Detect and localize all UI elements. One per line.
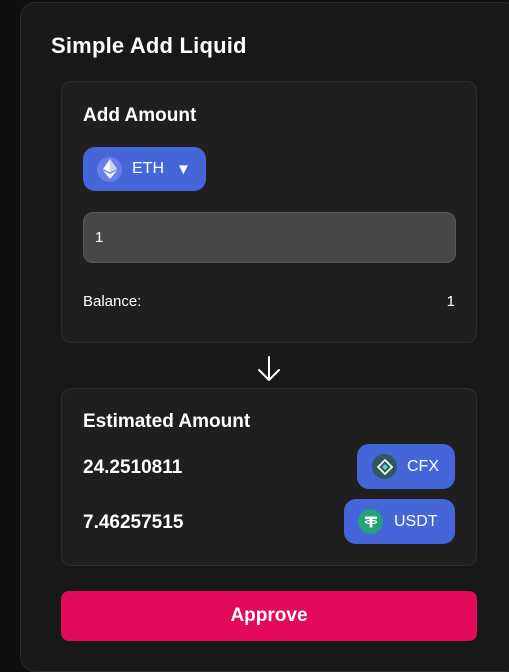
token-symbol: CFX bbox=[407, 457, 439, 475]
arrow-down-icon bbox=[258, 356, 280, 381]
token-select-button[interactable]: ETH ▼ bbox=[83, 147, 206, 191]
add-amount-card: Add Amount ETH ▼ Balance: 1 bbox=[61, 81, 477, 343]
conflux-icon bbox=[372, 454, 397, 479]
estimated-amount-heading: Estimated Amount bbox=[83, 411, 251, 432]
token-symbol: ETH bbox=[132, 160, 164, 177]
balance-label: Balance: bbox=[83, 293, 142, 310]
token-button-cfx[interactable]: CFX bbox=[357, 444, 455, 489]
estimated-amount-card: Estimated Amount 24.2510811 CFX 7.462575… bbox=[61, 388, 477, 566]
ethereum-icon bbox=[97, 156, 122, 182]
add-amount-heading: Add Amount bbox=[83, 105, 197, 126]
amount-input[interactable] bbox=[83, 212, 456, 263]
token-button-usdt[interactable]: USDT bbox=[344, 499, 455, 544]
approve-button[interactable]: Approve bbox=[61, 591, 477, 641]
estimated-value-usdt: 7.46257515 bbox=[83, 512, 184, 533]
tether-icon bbox=[358, 509, 383, 534]
token-symbol: USDT bbox=[394, 512, 438, 530]
page-title: Simple Add Liquid bbox=[51, 33, 247, 58]
estimated-value-cfx: 24.2510811 bbox=[83, 457, 183, 478]
chevron-down-icon: ▼ bbox=[176, 160, 191, 178]
balance-value: 1 bbox=[446, 293, 455, 310]
